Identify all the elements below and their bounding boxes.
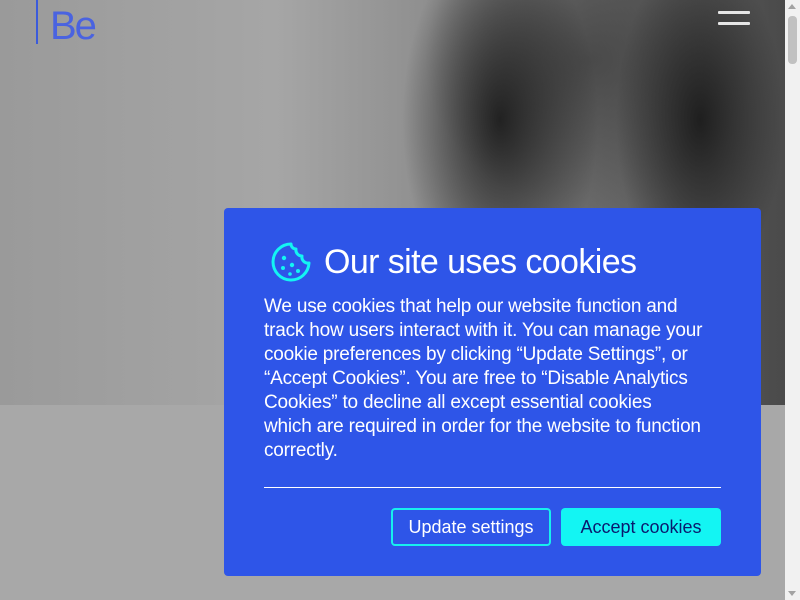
hamburger-menu-icon[interactable] [718,8,752,30]
scroll-down-arrow-icon[interactable] [788,591,796,596]
cookie-consent-dialog: Our site uses cookies We use cookies tha… [224,208,761,576]
scroll-up-arrow-icon[interactable] [788,4,796,9]
menu-bar-bottom [718,22,750,25]
cookie-icon [271,242,311,282]
update-settings-button[interactable]: Update settings [391,508,551,546]
dialog-divider [264,487,721,488]
cookie-dialog-header: Our site uses cookies [270,240,637,284]
menu-bar-top [718,11,750,14]
vertical-scrollbar[interactable] [785,0,800,600]
site-logo[interactable]: Be [50,4,97,48]
cookie-dialog-title: Our site uses cookies [324,242,637,281]
logo-divider [36,0,38,44]
accept-cookies-button[interactable]: Accept cookies [561,508,721,546]
cookie-dialog-description: We use cookies that help our website fun… [264,296,703,461]
scrollbar-thumb[interactable] [788,16,797,64]
